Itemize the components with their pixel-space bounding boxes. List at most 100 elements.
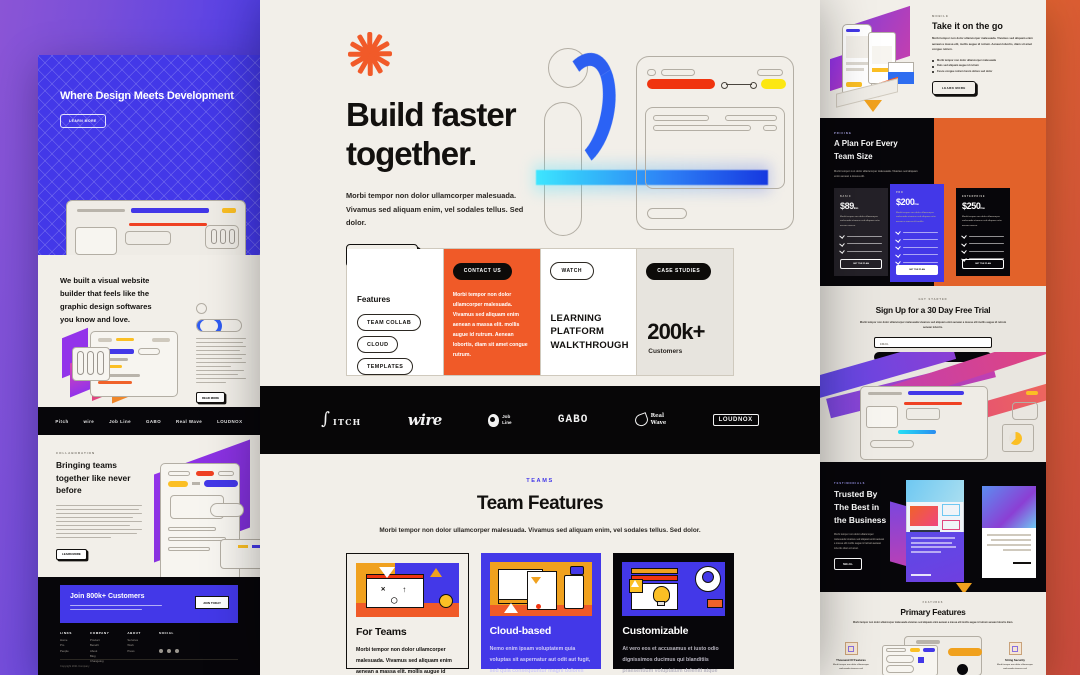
footer-heading: LINKS: [60, 631, 72, 635]
onthego-title: Take it on the go: [932, 21, 1003, 31]
right-trial-section: GET STARTED Sign Up for a 30 Day Free Tr…: [820, 286, 1046, 462]
for-teams-body: Morbi tempor non dolor ullamcorper males…: [356, 647, 452, 675]
social-icon-instagram[interactable]: [174, 649, 179, 653]
watch-button[interactable]: WATCH: [549, 262, 594, 280]
realwave-text: Real Wave: [650, 413, 667, 426]
onthego-cta[interactable]: LEARN MORE: [932, 81, 976, 96]
plan-cta[interactable]: GET THE PLAN: [840, 259, 882, 269]
watch-line-3: WALKTHROUGH: [550, 340, 629, 352]
left-bringing-cta[interactable]: LEARN MORE: [56, 548, 87, 560]
trusted-testimonials: [890, 480, 1042, 592]
watch-line-1: LEARNING: [550, 312, 602, 324]
feature-card-cloud-based[interactable]: Cloud-based Nemo enim ipsam voluptatem q…: [480, 553, 602, 674]
feature-card-customizable[interactable]: Customizable At vero eos et accusamus et…: [613, 553, 735, 674]
trusted-cta[interactable]: SEE ALL: [834, 558, 863, 571]
trial-illustration: [820, 352, 1046, 462]
primary-feature-right: String Security Morbi tempor non dolor u…: [992, 642, 1038, 672]
plan-features: [961, 233, 1004, 262]
plan-name: BASIC: [840, 195, 852, 198]
left-bringing-illustration: [146, 439, 260, 577]
customizable-title: Customizable: [622, 625, 689, 638]
team-body: Morbi tempor non dolor ullamcorper males…: [379, 527, 701, 534]
footer-link[interactable]: People: [60, 649, 72, 654]
case-studies-button[interactable]: CASE STUDIES: [646, 262, 712, 280]
primary-feature-body: Morbi tempor non dolor ullamcorper males…: [997, 664, 1033, 670]
hero-headline-line1: Build faster: [346, 96, 517, 133]
primary-eyebrow: FEATURES: [922, 601, 944, 604]
left-logo-5: LOUDNOX: [217, 418, 243, 424]
quad-contact-card[interactable]: CONTACT US Morbi tempor non dolor ullamc…: [443, 249, 540, 375]
pricing-plan-list: BASIC $89/mo Morbi tempor non dolor ulla…: [834, 184, 1010, 282]
footer-link[interactable]: Press: [127, 649, 141, 654]
left-logo-strip: Pitch wire Job Line GABO Real Wave LOUDN…: [38, 407, 260, 435]
left-intro-mini-cta[interactable]: READ MORE: [196, 392, 226, 404]
tag-cloud[interactable]: CLOUD: [357, 336, 399, 353]
left-join-button[interactable]: JOIN TODAY: [194, 596, 229, 609]
left-intro-title: We built a visual website builder that f…: [60, 276, 152, 324]
primary-feature-title: String Security: [1005, 658, 1025, 662]
feature-card-for-teams[interactable]: ✕ ◯ ↑ For Teams Morbi tempor non dolor u…: [346, 553, 469, 675]
hero-section: Build faster together. Morbi tempor non …: [260, 0, 820, 267]
team-title: Team Features: [476, 493, 604, 514]
social-icon-facebook[interactable]: [166, 649, 171, 653]
tag-templates[interactable]: TEMPLATES: [357, 358, 414, 375]
onthego-body: Morbi tempor non dolor ullamcorper males…: [932, 36, 1033, 52]
cloud-based-thumbnail: [489, 562, 593, 617]
plan-features: [839, 233, 882, 255]
quad-stats-card[interactable]: CASE STUDIES 200k+ Customers: [637, 249, 733, 375]
footer-link[interactable]: Changelog: [90, 659, 109, 664]
quad-watch-card[interactable]: WATCH LEARNING PLATFORM WALKTHROUGH: [539, 249, 638, 375]
stat-label: Customers: [648, 348, 683, 355]
pricing-plan-enterprise[interactable]: ENTERPRISE $250/mo Morbi tempor non dolo…: [956, 188, 1010, 276]
logo-loudnox: LOUDNOX: [712, 414, 759, 426]
left-hero-cta[interactable]: LEARN MORE: [60, 113, 106, 128]
cloud-based-title: Cloud-based: [489, 625, 552, 638]
left-footer-section: Join 800k+ Customers JOIN TODAY LINKS Ho…: [38, 577, 260, 675]
primary-title: Primary Features: [900, 607, 966, 617]
feature-cards-row: ✕ ◯ ↑ For Teams Morbi tempor non dolor u…: [346, 553, 735, 675]
plan-cta[interactable]: GET THE PLAN: [896, 265, 938, 275]
primary-feature-left: Thousand Of Features Morbi tempor non do…: [828, 642, 874, 672]
bullet-item: Fusce congue rutrum lorem dolore sed dol…: [932, 69, 1036, 74]
realwave-mark-icon: [632, 412, 650, 428]
poster-stage: Where Design Meets Development LEARN MOR…: [0, 0, 1080, 675]
left-logo-1: wire: [83, 418, 95, 424]
left-copyright: Copyright 2021 Company: [60, 665, 90, 668]
left-bringing-copy: [56, 504, 142, 539]
center-page-preview[interactable]: Build faster together. Morbi tempor non …: [260, 0, 820, 675]
plan-cta[interactable]: GET THE PLAN: [962, 259, 1004, 269]
trial-email-input[interactable]: EMAIL: [874, 337, 992, 349]
left-hero-illustration: [66, 200, 246, 255]
for-teams-title: For Teams: [356, 626, 407, 639]
plan-desc: Morbi tempor non dolor ullamcorper males…: [840, 216, 880, 227]
logo-wire: wire: [407, 411, 443, 429]
left-page-preview[interactable]: Where Design Meets Development LEARN MOR…: [38, 55, 260, 675]
right-page-preview[interactable]: MOBILE Take it on the go Morbi tempor no…: [820, 0, 1046, 675]
pricing-plan-basic[interactable]: BASIC $89/mo Morbi tempor non dolor ulla…: [834, 188, 888, 276]
tag-team-collab[interactable]: TEAM COLLAB: [357, 314, 422, 331]
left-hero-title: Where Design Meets Development: [60, 90, 234, 102]
right-pricing-section: PRICING A Plan For Every Team Size Morbi…: [820, 118, 1046, 286]
customizable-body: At vero eos et accusamus et iusto odio d…: [622, 646, 719, 674]
social-icon-twitter[interactable]: [158, 649, 163, 653]
hero-illustration: [534, 46, 794, 238]
onthego-bullets: Morbi tempor non dolor ullamcorper males…: [932, 58, 1036, 74]
right-primary-features-section: FEATURES Primary Features Morbi tempor n…: [820, 592, 1046, 675]
trusted-body: Morbi tempor non dolor ullamcorper males…: [834, 534, 885, 551]
pricing-plan-pro[interactable]: PRO $200/mo Morbi tempor non dolor ullam…: [890, 184, 944, 282]
right-onthego-section: MOBILE Take it on the go Morbi tempor no…: [820, 0, 1046, 118]
contact-us-button[interactable]: CONTACT US: [452, 262, 513, 280]
trial-eyebrow: GET STARTED: [918, 298, 948, 301]
primary-feature-body: Morbi tempor non dolor ullamcorper males…: [833, 664, 869, 670]
logo-jobline: Job Line: [488, 413, 512, 427]
jobline-mark-icon: [488, 413, 500, 427]
hero-headline-line2: together.: [346, 134, 477, 172]
quad-features-card[interactable]: Features TEAM COLLAB CLOUD TEMPLATES: [347, 249, 444, 375]
plan-name: ENTERPRISE: [962, 195, 986, 198]
for-teams-thumbnail: ✕ ◯ ↑: [356, 563, 459, 618]
trusted-title: Trusted By The Best in the Business: [834, 489, 887, 526]
mock-bar-red: [647, 79, 715, 89]
left-intro-section: We built a visual website builder that f…: [38, 255, 260, 407]
quad-feature-tags: TEAM COLLAB CLOUD TEMPLATES: [357, 309, 422, 375]
cloud-based-body: Nemo enim ipsam voluptatem quia voluptas…: [489, 646, 591, 674]
